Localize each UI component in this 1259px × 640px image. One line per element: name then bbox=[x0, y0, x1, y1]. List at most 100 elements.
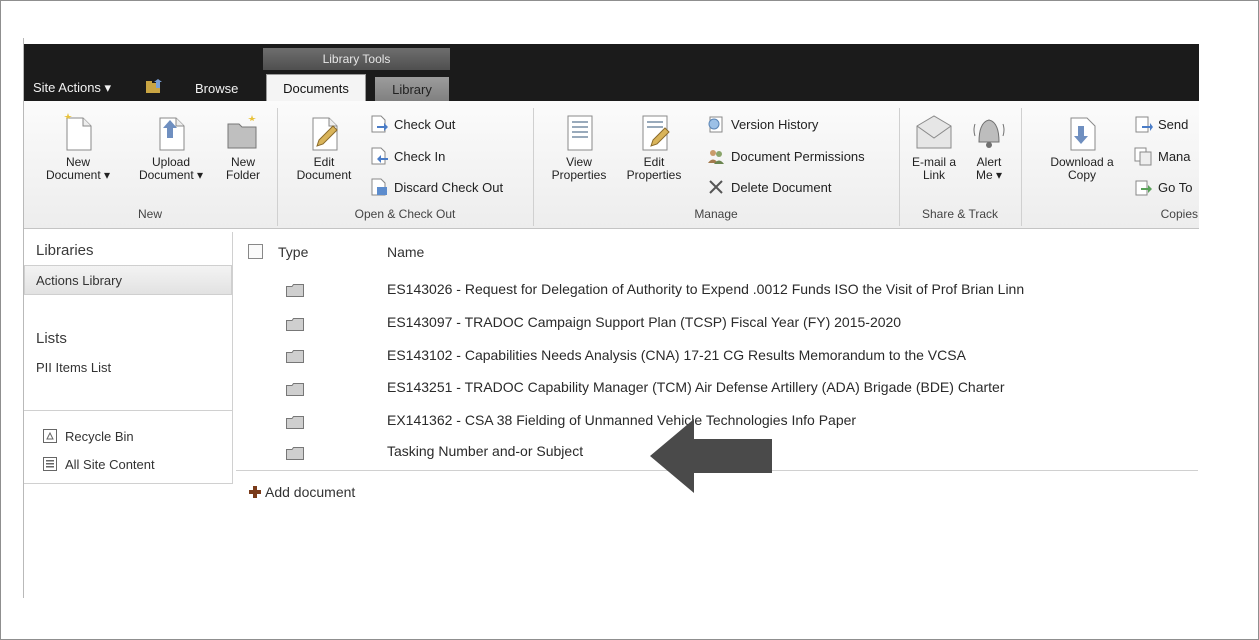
envelope-icon bbox=[916, 115, 952, 149]
new-document-icon bbox=[64, 113, 92, 151]
folder-icon bbox=[286, 318, 304, 331]
download-copy-label-1: Download a bbox=[1050, 155, 1114, 169]
folder-name-link[interactable]: ES143026 - Request for Delegation of Aut… bbox=[387, 281, 1024, 297]
lists-heading[interactable]: Lists bbox=[36, 330, 67, 347]
nav-item-recycle-bin[interactable]: Recycle Bin bbox=[42, 428, 134, 444]
tab-library[interactable]: Library bbox=[375, 77, 449, 102]
add-plus-icon bbox=[249, 486, 261, 498]
add-document-label: Add document bbox=[265, 484, 356, 500]
edit-document-label-2: Document bbox=[296, 168, 352, 182]
folder-icon bbox=[286, 416, 304, 429]
manage-copies-label: Mana bbox=[1158, 148, 1191, 164]
discard-check-out-button[interactable]: Discard Check Out bbox=[369, 177, 503, 197]
recycle-bin-label: Recycle Bin bbox=[65, 428, 134, 444]
column-header-name[interactable]: Name bbox=[387, 244, 424, 260]
edit-document-label-1: Edit bbox=[313, 155, 335, 169]
folder-icon bbox=[286, 284, 304, 297]
email-link-label-1: E-mail a bbox=[911, 155, 956, 169]
folder-name-link[interactable]: ES143102 - Capabilities Needs Analysis (… bbox=[387, 347, 966, 363]
nav-item-actions-library[interactable]: Actions Library bbox=[36, 273, 122, 288]
email-link-label-2: Link bbox=[922, 168, 945, 182]
navigate-up-icon[interactable] bbox=[145, 79, 163, 94]
libraries-heading[interactable]: Libraries bbox=[36, 242, 94, 259]
version-history-icon bbox=[708, 116, 723, 133]
tab-documents[interactable]: Documents bbox=[266, 74, 366, 102]
edit-properties-label-1: Edit bbox=[643, 155, 665, 169]
upload-document-label-2: Document ▾ bbox=[138, 168, 204, 182]
bell-icon bbox=[973, 119, 1005, 148]
edit-properties-button[interactable]: Edit Properties bbox=[612, 112, 696, 182]
download-copy-button[interactable]: Download a Copy bbox=[1036, 112, 1128, 182]
send-to-button[interactable]: Send bbox=[1133, 114, 1188, 134]
delete-x-icon bbox=[709, 180, 723, 194]
version-history-label: Version History bbox=[731, 116, 819, 132]
new-document-label-1: New bbox=[65, 155, 90, 169]
new-document-button[interactable]: New Document ▾ bbox=[34, 112, 122, 182]
add-document-link[interactable]: Add document bbox=[249, 484, 355, 500]
edit-properties-icon bbox=[642, 115, 670, 151]
document-permissions-label: Document Permissions bbox=[731, 148, 865, 164]
column-header-type[interactable]: Type bbox=[278, 244, 308, 260]
alert-me-button[interactable]: Alert Me ▾ bbox=[966, 112, 1012, 182]
upload-document-icon bbox=[159, 117, 185, 151]
document-permissions-button[interactable]: Document Permissions bbox=[706, 146, 865, 166]
version-history-button[interactable]: Version History bbox=[706, 114, 818, 134]
view-properties-label-1: View bbox=[566, 155, 592, 169]
group-label-new: New bbox=[137, 207, 162, 221]
delete-document-label: Delete Document bbox=[731, 179, 832, 195]
view-properties-button[interactable]: View Properties bbox=[546, 112, 612, 182]
go-to-source-label: Go To bbox=[1158, 179, 1193, 195]
send-to-label: Send bbox=[1158, 116, 1189, 132]
download-copy-icon bbox=[1070, 117, 1096, 151]
upload-document-button[interactable]: Upload Document ▾ bbox=[127, 112, 215, 182]
tab-browse[interactable]: Browse bbox=[195, 81, 238, 96]
check-out-label: Check Out bbox=[394, 116, 456, 132]
check-in-icon bbox=[371, 147, 388, 165]
alert-me-label-2: Me ▾ bbox=[975, 168, 1003, 182]
check-out-icon bbox=[371, 115, 388, 133]
email-link-button[interactable]: E-mail a Link bbox=[908, 112, 960, 182]
all-site-content-icon bbox=[43, 457, 57, 471]
nav-bottom-divider bbox=[24, 483, 233, 484]
go-to-source-button[interactable]: Go To bbox=[1133, 177, 1192, 197]
library-tools-context-label: Library Tools bbox=[263, 48, 450, 70]
group-label-open-check-out: Open & Check Out bbox=[354, 207, 456, 221]
group-label-manage: Manage bbox=[694, 207, 738, 221]
view-properties-icon bbox=[567, 115, 593, 151]
nav-divider bbox=[24, 410, 232, 411]
alert-me-label-1: Alert bbox=[976, 155, 1002, 169]
check-out-button[interactable]: Check Out bbox=[369, 114, 455, 134]
site-actions-menu[interactable]: Site Actions ▾ bbox=[33, 80, 111, 96]
document-permissions-icon bbox=[708, 150, 724, 164]
recycle-bin-icon bbox=[43, 429, 57, 443]
folder-name-link[interactable]: ES143097 - TRADOC Campaign Support Plan … bbox=[387, 314, 901, 330]
new-folder-label-2: Folder bbox=[225, 168, 260, 182]
edit-properties-label-2: Properties bbox=[626, 168, 682, 182]
new-document-label-2: Document ▾ bbox=[45, 168, 111, 182]
folder-icon bbox=[286, 447, 304, 460]
group-label-share-track: Share & Track bbox=[921, 207, 999, 221]
folder-icon bbox=[286, 350, 304, 363]
edit-document-button[interactable]: Edit Document bbox=[286, 112, 362, 182]
discard-check-out-icon bbox=[371, 178, 387, 196]
folder-name-link[interactable]: Tasking Number and-or Subject bbox=[387, 443, 583, 459]
group-label-copies: Copies bbox=[1160, 207, 1198, 221]
upload-document-label-1: Upload bbox=[151, 155, 191, 169]
go-to-source-icon bbox=[1135, 180, 1152, 196]
nav-item-all-site-content[interactable]: All Site Content bbox=[42, 456, 155, 472]
folder-icon bbox=[286, 383, 304, 396]
new-folder-label-1: New bbox=[230, 155, 255, 169]
nav-item-pii-items-list[interactable]: PII Items List bbox=[36, 360, 111, 375]
delete-document-button[interactable]: Delete Document bbox=[706, 177, 831, 197]
check-in-label: Check In bbox=[394, 148, 446, 164]
send-to-icon bbox=[1135, 116, 1153, 133]
manage-copies-button[interactable]: Mana bbox=[1133, 146, 1191, 166]
edit-document-icon bbox=[312, 117, 338, 151]
select-all-checkbox[interactable] bbox=[248, 244, 263, 259]
folder-name-link[interactable]: EX141362 - CSA 38 Fielding of Unmanned V… bbox=[387, 412, 856, 428]
all-site-content-label: All Site Content bbox=[65, 456, 155, 472]
check-in-button[interactable]: Check In bbox=[369, 146, 445, 166]
manage-copies-icon bbox=[1134, 147, 1152, 166]
folder-name-link[interactable]: ES143251 - TRADOC Capability Manager (TC… bbox=[387, 379, 1005, 395]
new-folder-button[interactable]: New Folder bbox=[221, 112, 265, 182]
